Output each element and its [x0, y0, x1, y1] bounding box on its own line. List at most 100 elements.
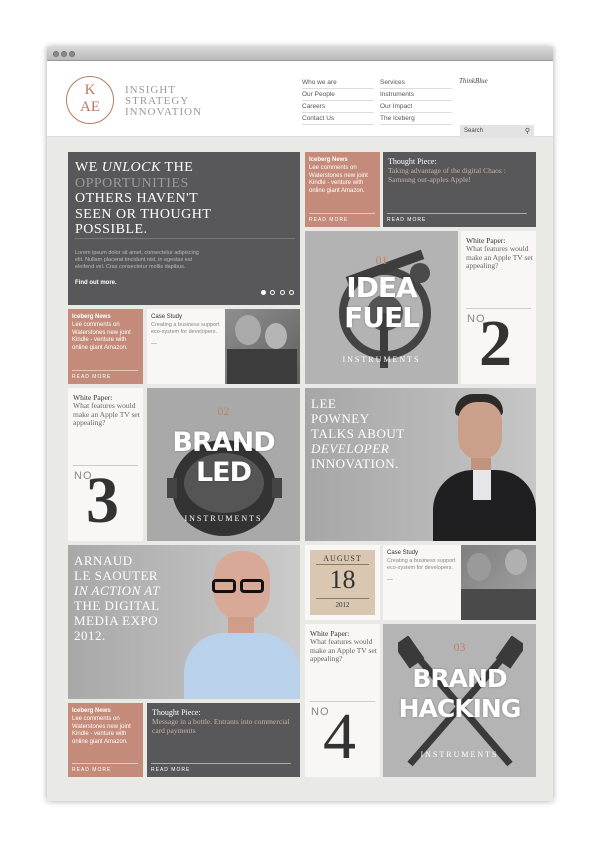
case-study-body: Creating a business support eco-system f… [387, 558, 456, 571]
iceberg-news-card-1[interactable]: Iceberg News Lee comments on Waterstones… [305, 152, 380, 227]
brand-led-tile[interactable]: 02 BRAND LED INSTRUMENTS [147, 388, 300, 541]
arnaud-line-4: THE DIGITAL [74, 598, 160, 613]
carousel-dot-1[interactable] [260, 290, 266, 295]
close-window-icon[interactable] [53, 51, 59, 57]
hero-line-3: OTHERS HAVEN'T [75, 191, 199, 206]
thought-piece-title: Thought Piece: [388, 157, 437, 166]
case-study-title: Case Study [387, 550, 419, 556]
arnaud-line-2: LE SAOUTER [74, 568, 159, 583]
read-more-link[interactable]: READ MORE [387, 213, 527, 223]
white-paper-body: What features would make an Apple TV set… [73, 401, 140, 427]
nav-the-iceberg[interactable]: The Iceberg [380, 113, 452, 125]
think-blue-link[interactable]: ThinkBlue [459, 77, 488, 85]
tile-number: 03 [453, 640, 466, 654]
brand-text: BRAND [172, 427, 275, 458]
minimize-window-icon[interactable] [61, 51, 67, 57]
lee-line-1: LEE [311, 396, 337, 411]
nav-contact-us[interactable]: Contact Us [302, 113, 374, 125]
maximize-window-icon[interactable] [69, 51, 75, 57]
led-text: LED [195, 457, 252, 488]
news-body: Lee comments on Waterstones new joint Ki… [309, 165, 368, 194]
thought-piece-card-2[interactable]: Thought Piece: Message in a bottle. Entr… [147, 703, 300, 777]
white-paper-card-3[interactable]: White Paper: What features would make an… [68, 388, 143, 541]
carousel-dot-4[interactable] [289, 290, 294, 295]
window-titlebar [47, 47, 553, 61]
lee-line-3: TALKS ABOUT [311, 426, 405, 441]
nav-who-we-are[interactable]: Who we are [302, 77, 374, 89]
lee-line-2: POWNEY [311, 411, 370, 426]
idea-text: IDEA [346, 271, 417, 304]
date-day: 18 [329, 565, 356, 594]
carousel-dot-3[interactable] [279, 290, 285, 295]
case-study-card-1[interactable]: Case Study Creating a business support e… [147, 309, 300, 384]
developers-photo [225, 309, 300, 384]
browser-window: K AE INSIGHT STRATEGY INNOVATION Who we … [47, 47, 553, 801]
carousel-dot-2[interactable] [270, 290, 276, 295]
instruments-label: INSTRUMENTS [420, 750, 499, 759]
white-paper-card-4[interactable]: White Paper: What features would make an… [305, 624, 380, 777]
event-date-card[interactable]: AUGUST 18 2012 [305, 545, 380, 620]
news-title: Iceberg News [72, 708, 111, 714]
hero-line-5: POSSIBLE. [75, 222, 148, 237]
thought-piece-card-1[interactable]: Thought Piece: Taking advantage of the d… [383, 152, 536, 227]
case-study-title: Case Study [151, 314, 183, 320]
arnaud-line-3: IN ACTION AT [74, 583, 160, 598]
developers-photo [461, 545, 536, 620]
fuel-text: FUEL [344, 301, 420, 334]
hero-line-1: WE UNLOCK THE [75, 160, 194, 175]
kae-logo[interactable]: K AE [66, 76, 114, 124]
case-study-dash: — [151, 341, 157, 347]
tile-number: 02 [217, 404, 230, 418]
thought-piece-body: Taking advantage of the digital Chaos : … [388, 166, 506, 184]
white-paper-body: What features would make an Apple TV set… [310, 637, 377, 663]
brand-hacking-tile[interactable]: 03 BRAND HACKING INSTRUMENTS [383, 624, 536, 777]
instruments-label: INSTRUMENTS [184, 514, 263, 523]
read-more-link[interactable]: READ MORE [309, 213, 375, 223]
logo-k: K [84, 82, 96, 98]
hero-line-2: OPPORTUNITIES [75, 175, 189, 191]
find-out-more-link[interactable]: Find out more. [75, 280, 117, 286]
arnaud-feature[interactable]: ARNAUD LE SAOUTER IN ACTION AT THE DIGIT… [68, 545, 300, 699]
lee-powney-feature[interactable]: LEE POWNEY TALKS ABOUT DEVELOPER INNOVAT… [305, 388, 536, 541]
hero-panel: WE UNLOCK THE OPPORTUNITIES OTHERS HAVEN… [68, 152, 300, 305]
date-month: AUGUST [323, 554, 362, 563]
lee-line-4: DEVELOPER [311, 441, 390, 456]
news-title: Iceberg News [309, 157, 348, 163]
search-input[interactable]: Search ⚲ [460, 125, 534, 138]
logo-ae: AE [80, 99, 100, 115]
white-paper-card-2[interactable]: White Paper: What features would make an… [461, 231, 536, 384]
lee-line-5: INNOVATION. [311, 456, 399, 471]
read-more-link[interactable]: READ MORE [151, 763, 291, 773]
iceberg-news-card-3[interactable]: Iceberg News Lee comments on Waterstones… [68, 703, 143, 777]
arnaud-line-6: 2012. [74, 628, 106, 643]
search-placeholder: Search [464, 128, 484, 134]
case-study-dash: — [387, 577, 393, 583]
brand-text: BRAND [412, 664, 507, 693]
instruments-label: INSTRUMENTS [342, 355, 421, 364]
read-more-link[interactable]: READ MORE [72, 763, 138, 773]
nav-instruments[interactable]: Instruments [380, 89, 452, 101]
nav-careers[interactable]: Careers [302, 101, 374, 113]
tile-number: 01 [375, 253, 388, 267]
white-paper-number: 4 [323, 700, 356, 773]
search-icon[interactable]: ⚲ [525, 125, 530, 138]
nav-our-people[interactable]: Our People [302, 89, 374, 101]
date-badge: AUGUST 18 2012 [310, 550, 375, 615]
case-study-card-2[interactable]: Case Study Creating a business support e… [383, 545, 536, 620]
carousel-dots [260, 282, 294, 300]
arnaud-portrait [178, 545, 300, 699]
nav-our-impact[interactable]: Our Impact [380, 101, 452, 113]
read-more-link[interactable]: READ MORE [72, 370, 138, 380]
white-paper-number: 3 [86, 464, 119, 537]
white-paper-body: What features would make an Apple TV set… [466, 244, 533, 270]
arnaud-line-1: ARNAUD [74, 553, 133, 568]
site-header: K AE INSIGHT STRATEGY INNOVATION Who we … [47, 61, 553, 138]
iceberg-news-card-2[interactable]: Iceberg News Lee comments on Waterstones… [68, 309, 143, 384]
news-body: Lee comments on Waterstones new joint Ki… [72, 322, 131, 351]
nav-column-2: Services Instruments Our Impact The Iceb… [380, 77, 452, 125]
date-year: 2012 [335, 601, 350, 609]
nav-services[interactable]: Services [380, 77, 452, 89]
idea-fuel-tile[interactable]: 01 IDEA FUEL INSTRUMENTS [305, 231, 458, 384]
nav-column-1: Who we are Our People Careers Contact Us [302, 77, 374, 125]
arnaud-line-5: MEDIA EXPO [74, 613, 159, 628]
